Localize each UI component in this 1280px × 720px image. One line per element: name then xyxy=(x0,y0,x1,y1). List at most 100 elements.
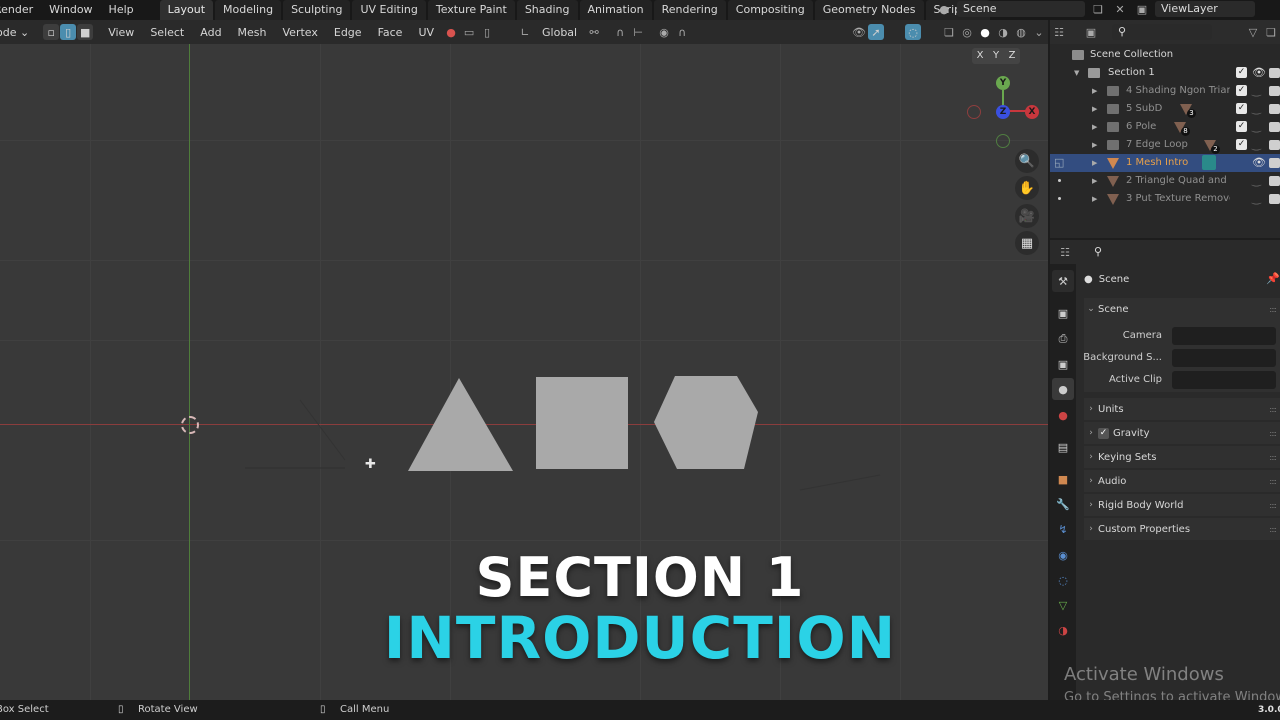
output-tab-icon[interactable]: ⎙ xyxy=(1052,328,1074,350)
outliner-row-section-1[interactable]: ▼ Section 1 ✓ 👁 xyxy=(1050,64,1280,82)
exclude-checkbox[interactable]: ✓ xyxy=(1236,121,1247,132)
object-tab-icon[interactable]: ■ xyxy=(1052,468,1074,490)
render-tab-icon[interactable]: ▣ xyxy=(1052,302,1074,324)
tab-animation[interactable]: Animation xyxy=(579,0,652,20)
mouse-right-icon: ▯ xyxy=(320,704,326,715)
menu-window[interactable]: Window xyxy=(41,0,100,20)
menu-help[interactable]: Help xyxy=(101,0,142,20)
exclude-checkbox[interactable]: ✓ xyxy=(1236,103,1247,114)
render-camera-icon[interactable] xyxy=(1269,158,1280,168)
edit-mode-icon[interactable]: ◱ xyxy=(1054,156,1064,169)
collection-icon xyxy=(1107,140,1119,150)
material-tab-icon[interactable]: ◑ xyxy=(1052,619,1074,641)
menu-render[interactable]: Render xyxy=(0,0,41,20)
outliner-row[interactable]: ▶ 6 Pole 8 ✓ ‿ xyxy=(1050,118,1280,136)
tab-geometry-nodes[interactable]: Geometry Nodes xyxy=(814,0,924,20)
panel-rigid-body-world[interactable]: › Rigid Body World:::: xyxy=(1084,494,1280,516)
eye-icon[interactable]: 👁 xyxy=(1252,66,1266,79)
tab-modeling[interactable]: Modeling xyxy=(215,0,282,20)
scene-tab-icon[interactable]: ● xyxy=(1052,378,1074,400)
panel-audio[interactable]: › Audio:::: xyxy=(1084,470,1280,492)
render-camera-icon[interactable] xyxy=(1269,104,1280,114)
render-camera-icon[interactable] xyxy=(1269,122,1280,132)
editor-type-icon[interactable]: ☷ xyxy=(1056,244,1074,260)
render-camera-icon[interactable] xyxy=(1269,194,1280,204)
background-scene-field[interactable] xyxy=(1172,349,1276,367)
close-scene-icon[interactable]: ✕ xyxy=(1111,1,1129,17)
eye-hidden-icon[interactable]: ‿ xyxy=(1252,174,1261,187)
eye-hidden-icon[interactable]: ‿ xyxy=(1252,192,1261,205)
view-layer-tab-icon[interactable]: ▣ xyxy=(1052,353,1074,375)
exclude-checkbox[interactable]: ✓ xyxy=(1236,67,1247,78)
properties-editor: ☷ ⚲ ⚒ ▣ ⎙ ▣ ● ● ▤ ■ 🔧 ↯ ◉ ◌ ▽ ◑ ● Scene … xyxy=(1050,240,1280,700)
modifier-tab-icon[interactable]: 🔧 xyxy=(1052,493,1074,515)
camera-field[interactable] xyxy=(1172,327,1276,345)
constraints-tab-icon[interactable]: ◌ xyxy=(1052,569,1074,591)
properties-search-input[interactable]: ⚲ xyxy=(1088,244,1188,260)
gravity-checkbox[interactable]: ✓ xyxy=(1098,427,1109,439)
overlay-subtitle: INTRODUCTION xyxy=(383,604,897,672)
outliner-row[interactable]: ▶ 4 Shading Ngon Triang ✓ ‿ xyxy=(1050,82,1280,100)
tab-texture-paint[interactable]: Texture Paint xyxy=(427,0,515,20)
tab-shading[interactable]: Shading xyxy=(516,0,578,20)
panel-keying-sets[interactable]: › Keying Sets:::: xyxy=(1084,446,1280,468)
exclude-checkbox[interactable]: ✓ xyxy=(1236,139,1247,150)
render-camera-icon[interactable] xyxy=(1269,86,1280,96)
overlay-title: SECTION 1 xyxy=(475,546,805,609)
view-layer-icon[interactable]: ▣ xyxy=(1133,1,1151,17)
eye-hidden-icon[interactable]: ‿ xyxy=(1252,138,1261,151)
outliner-row[interactable]: ▶ 5 SubD 3 ✓ ‿ xyxy=(1050,100,1280,118)
filter-icon[interactable]: ▽ xyxy=(1244,24,1262,40)
panel-scene-header[interactable]: ⌄ Scene:::: xyxy=(1084,298,1280,320)
tab-rendering[interactable]: Rendering xyxy=(653,0,726,20)
data-tab-icon[interactable]: ▽ xyxy=(1052,594,1074,616)
render-camera-icon[interactable] xyxy=(1269,68,1280,78)
triangle-mesh xyxy=(408,378,513,471)
mesh-data-icon[interactable] xyxy=(1202,155,1216,170)
outliner-row[interactable]: ▶ 3 Put Texture Remove ‿ xyxy=(1050,190,1280,208)
outliner-search-input[interactable]: ⚲ xyxy=(1112,24,1212,40)
tab-compositing[interactable]: Compositing xyxy=(727,0,813,20)
tab-sculpting[interactable]: Sculpting xyxy=(283,0,351,20)
scene-selector: ● Scene ❏ ✕ ▣ ViewLayer xyxy=(935,1,1255,17)
panel-units[interactable]: › Units:::: xyxy=(1084,398,1280,420)
physics-tab-icon[interactable]: ◉ xyxy=(1052,544,1074,566)
copy-scene-icon[interactable]: ❏ xyxy=(1089,1,1107,17)
eye-hidden-icon[interactable]: ‿ xyxy=(1252,84,1261,97)
top-menu-bar: Render Window Help Layout Modeling Sculp… xyxy=(0,0,1280,20)
scene-collection-row[interactable]: Scene Collection xyxy=(1050,46,1280,64)
3d-viewport[interactable]: ode ⌄ ▫ ▯ ■ View Select Add Mesh Vertex … xyxy=(0,20,1048,700)
outliner-row[interactable]: ▶ 2 Triangle Quad and N ‿ xyxy=(1050,172,1280,190)
eye-hidden-icon[interactable]: ‿ xyxy=(1252,120,1261,133)
view-layer-filter-icon[interactable]: ▣ xyxy=(1082,24,1100,40)
outliner-row-selected[interactable]: ◱ ▶ 1 Mesh Intro 👁 xyxy=(1050,154,1280,172)
eye-hidden-icon[interactable]: ‿ xyxy=(1252,102,1261,115)
scene-icon[interactable]: ● xyxy=(935,1,953,17)
background-scene-row: Background S... xyxy=(1083,348,1280,368)
activate-windows-title: Activate Windows xyxy=(1064,664,1224,685)
active-clip-field[interactable] xyxy=(1172,371,1276,389)
tab-uv-editing[interactable]: UV Editing xyxy=(352,0,426,20)
scene-name-field[interactable]: Scene xyxy=(957,1,1085,17)
collection-tab-icon[interactable]: ▤ xyxy=(1052,436,1074,458)
scene-icon: ● xyxy=(1084,273,1093,285)
tab-layout[interactable]: Layout xyxy=(159,0,214,20)
collection-icon xyxy=(1107,86,1119,96)
eye-icon[interactable]: 👁 xyxy=(1252,156,1266,169)
panel-gravity[interactable]: › ✓ Gravity:::: xyxy=(1084,422,1280,444)
display-mode-icon[interactable]: ☷ xyxy=(1050,24,1068,40)
tool-tab-icon[interactable]: ⚒ xyxy=(1052,270,1074,292)
render-camera-icon[interactable] xyxy=(1269,176,1280,186)
hexagon-mesh xyxy=(654,376,758,469)
exclude-checkbox[interactable]: ✓ xyxy=(1236,85,1247,96)
mesh-object-icon xyxy=(1107,158,1119,169)
world-tab-icon[interactable]: ● xyxy=(1052,404,1074,426)
outliner-row[interactable]: ▶ 7 Edge Loop 2 ✓ ‿ xyxy=(1050,136,1280,154)
panel-custom-properties[interactable]: › Custom Properties:::: xyxy=(1084,518,1280,540)
view-layer-field[interactable]: ViewLayer xyxy=(1155,1,1255,17)
render-camera-icon[interactable] xyxy=(1269,140,1280,150)
new-collection-icon[interactable]: ❏ xyxy=(1262,24,1280,40)
pin-icon[interactable]: 📌 xyxy=(1266,272,1280,285)
status-rotate-view: Rotate View xyxy=(138,704,198,715)
particles-tab-icon[interactable]: ↯ xyxy=(1052,518,1074,540)
